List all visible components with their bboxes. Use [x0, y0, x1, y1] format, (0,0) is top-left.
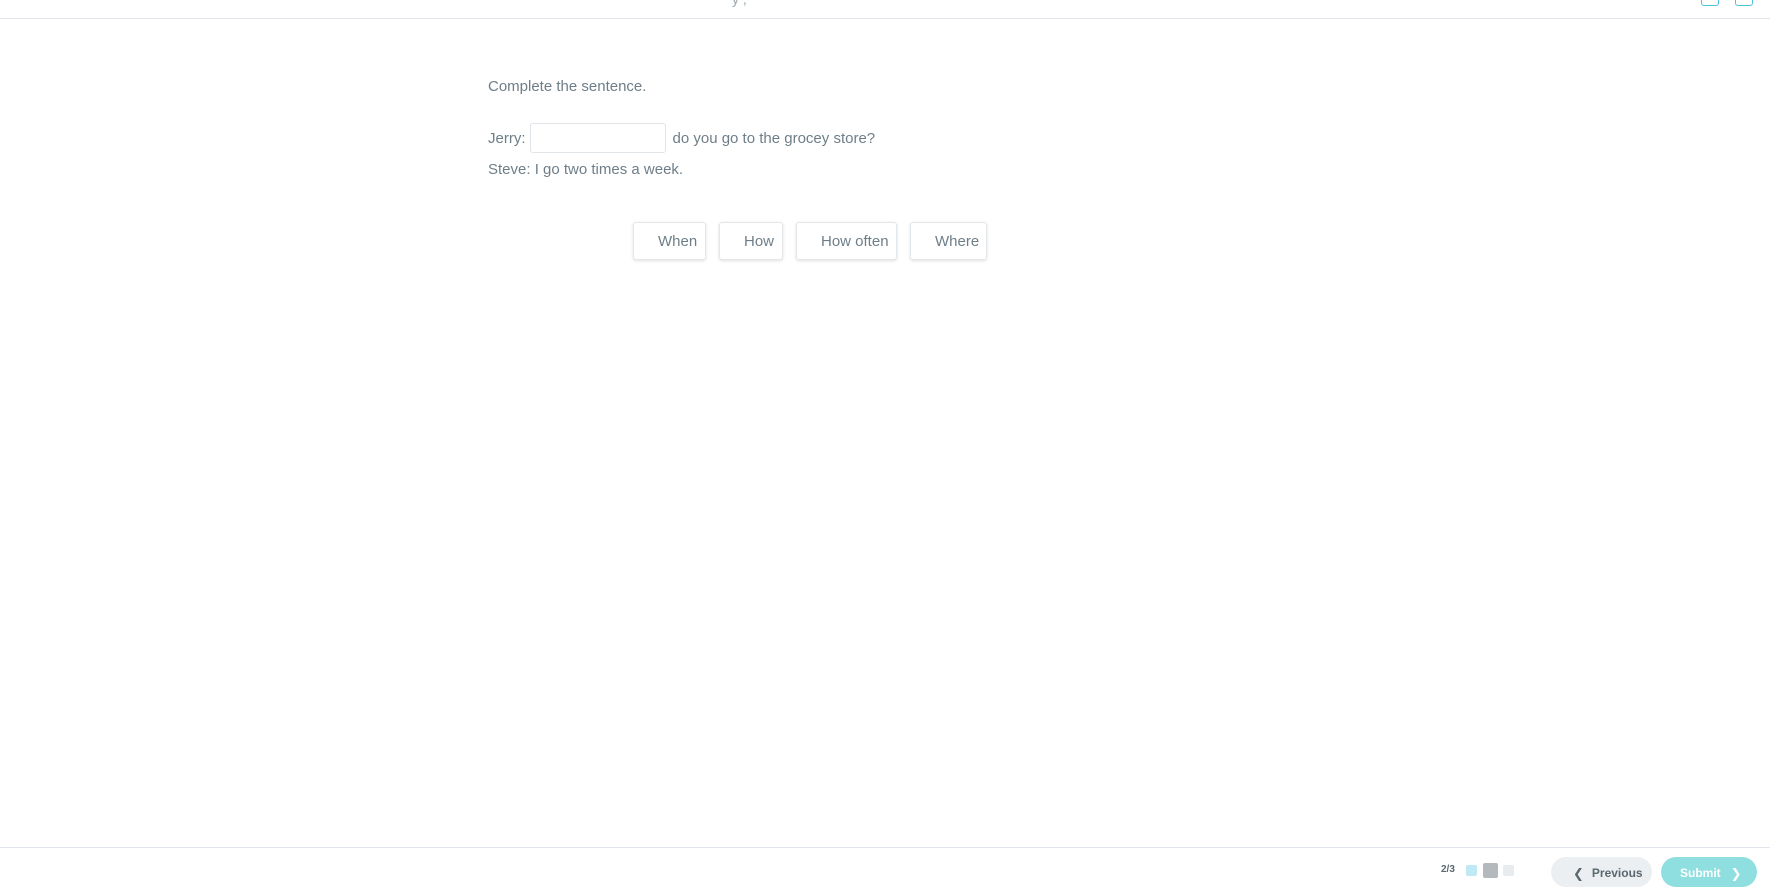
notes-icon[interactable]	[1701, 0, 1719, 6]
instruction: Complete the sentence.	[488, 78, 647, 95]
bottom-bar: 2/3 ❮ Previous Submit ❯	[0, 847, 1770, 887]
speaker-label: Jerry:	[488, 129, 526, 147]
top-bar: y ,	[0, 0, 1770, 19]
chevron-left-icon: ❮	[1573, 866, 1584, 881]
submit-button[interactable]: Submit ❯	[1661, 857, 1757, 887]
submit-label: Submit	[1680, 866, 1721, 880]
option-where[interactable]: Where	[910, 222, 987, 260]
option-how-often[interactable]: How often	[796, 222, 897, 260]
progress-dot-1[interactable]	[1466, 865, 1477, 876]
dialogue-line-jerry: Jerry: do you go to the grocey store?	[488, 123, 875, 153]
settings-icon[interactable]	[1735, 0, 1753, 6]
progress-dot-3[interactable]	[1503, 865, 1514, 876]
sentence-rest: do you go to the grocey store?	[672, 129, 876, 147]
previous-label: Previous	[1591, 866, 1643, 880]
dialogue-line-steve: Steve: I go two times a week.	[488, 161, 684, 178]
answer-options: When How How often Where	[633, 222, 987, 260]
answer-blank[interactable]	[529, 123, 666, 153]
option-how[interactable]: How	[719, 222, 783, 260]
option-when[interactable]: When	[633, 222, 706, 260]
page-title: y ,	[732, 0, 747, 7]
previous-button[interactable]: ❮ Previous	[1551, 857, 1652, 887]
chevron-right-icon: ❯	[1730, 866, 1742, 881]
question-counter: 2/3	[1441, 864, 1455, 875]
